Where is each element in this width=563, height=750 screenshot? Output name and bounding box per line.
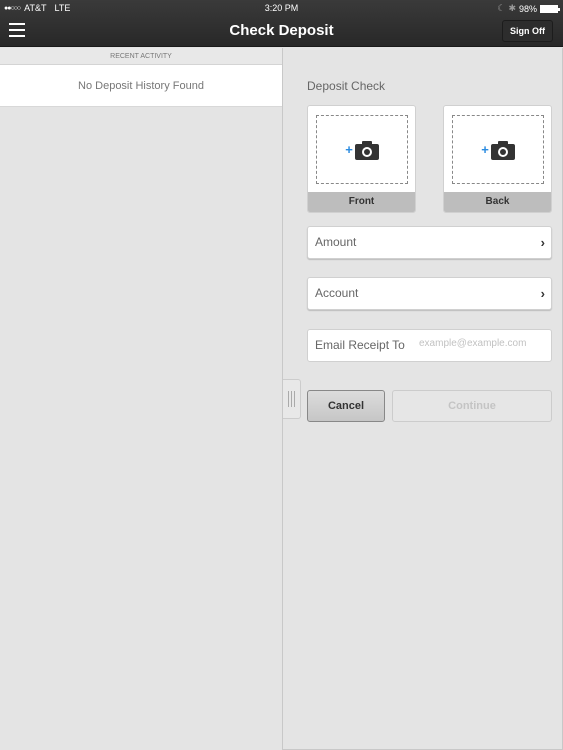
deposit-check-pane: Deposit Check + Front + Back Amount › Ac… [283, 48, 563, 750]
email-receipt-label: Email Receipt To [315, 338, 405, 352]
amount-field[interactable]: Amount › [307, 226, 552, 259]
chevron-right-icon: › [540, 235, 545, 250]
do-not-disturb-icon: ☾ [497, 3, 506, 13]
add-icon: + [345, 142, 353, 157]
back-label: Back [444, 192, 551, 212]
continue-button[interactable]: Continue [392, 390, 552, 422]
camera-icon [354, 140, 379, 160]
front-image-capture-button[interactable]: + Front [307, 105, 416, 213]
email-receipt-field[interactable]: Email Receipt To [307, 329, 552, 362]
deposit-check-title: Deposit Check [307, 79, 386, 93]
front-label: Front [308, 192, 415, 212]
recent-activity-pane: Recent Activity No Deposit History Found [0, 48, 282, 750]
app-header: ●●○○○ AT&T LTE 3:20 PM ☾ ✱ 98% Check Dep… [0, 0, 563, 47]
cancel-button[interactable]: Cancel [307, 390, 385, 422]
chevron-right-icon: › [540, 286, 545, 301]
add-icon: + [481, 142, 489, 157]
empty-history-message: No Deposit History Found [0, 65, 282, 107]
back-image-capture-button[interactable]: + Back [443, 105, 552, 213]
bluetooth-icon: ✱ [508, 3, 516, 13]
front-image-placeholder: + [316, 115, 408, 184]
email-receipt-input[interactable] [419, 338, 545, 349]
page-title: Check Deposit [229, 22, 334, 39]
pane-resize-handle[interactable] [283, 379, 301, 419]
status-time: 3:20 PM [264, 3, 299, 13]
camera-icon [490, 140, 515, 160]
amount-label: Amount [315, 235, 357, 249]
status-bar: ●●○○○ AT&T LTE 3:20 PM ☾ ✱ 98% [0, 0, 563, 15]
battery-icon [540, 4, 560, 13]
sign-off-button[interactable]: Sign Off [502, 20, 553, 42]
battery-percentage: 98% [518, 3, 537, 14]
recent-activity-heading: Recent Activity [0, 48, 282, 65]
back-image-placeholder: + [452, 115, 544, 184]
account-field[interactable]: Account › [307, 277, 552, 310]
account-label: Account [315, 286, 359, 300]
